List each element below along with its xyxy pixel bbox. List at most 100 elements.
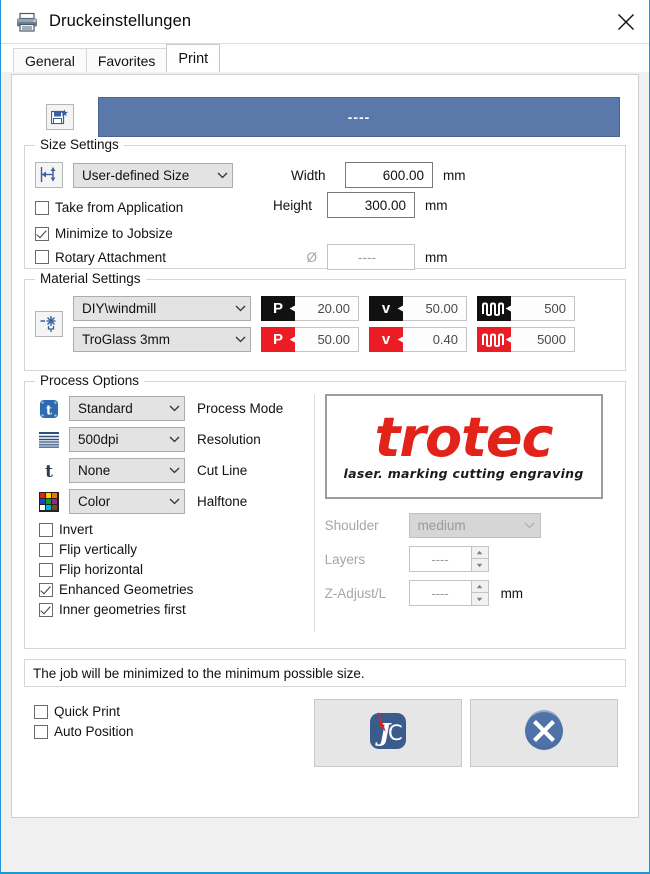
cancel-circle-x-icon bbox=[521, 708, 567, 759]
process-mode-combo[interactable]: Standard bbox=[69, 396, 185, 421]
material-settings-group: Material Settings DIY\windmill P 20.00 v… bbox=[24, 271, 626, 371]
layers-spinner: ---- bbox=[408, 546, 489, 572]
cut-line-combo[interactable]: None bbox=[69, 458, 185, 483]
jobcontrol-jc-icon: J C bbox=[365, 708, 411, 759]
save-preset-icon[interactable] bbox=[46, 104, 74, 130]
width-unit: mm bbox=[443, 167, 466, 183]
z-adjust-spinner: ---- bbox=[408, 580, 489, 606]
window-title: Druckeinstellungen bbox=[49, 12, 192, 30]
checkbox-auto-position[interactable]: Auto Position bbox=[34, 724, 314, 739]
panel-divider bbox=[313, 394, 315, 632]
checkbox-inner-geometries-first[interactable]: Inner geometries first bbox=[39, 602, 314, 617]
process-options-group: Process Options t Standard Process Mode … bbox=[24, 373, 626, 649]
halftone-value: Color bbox=[78, 494, 111, 509]
layers-value: ---- bbox=[408, 546, 471, 572]
rotary-attachment-label: Rotary Attachment bbox=[55, 249, 167, 265]
material-combo-1[interactable]: DIY\windmill bbox=[73, 296, 251, 321]
shoulder-combo: medium bbox=[408, 513, 541, 538]
checkbox-quick-print[interactable]: Quick Print bbox=[34, 704, 314, 719]
frequency-value-2[interactable]: 5000 bbox=[511, 327, 575, 352]
z-adjust-value: ---- bbox=[408, 580, 471, 606]
close-icon[interactable] bbox=[603, 0, 649, 44]
auto-position-box bbox=[34, 724, 48, 739]
checkbox-take-from-application[interactable]: Take from Application bbox=[35, 200, 273, 215]
z-adjust-spinner-up-icon bbox=[470, 580, 489, 593]
flip-vertically-box bbox=[39, 542, 53, 557]
chevron-down-icon bbox=[230, 297, 250, 320]
svg-text:t: t bbox=[45, 462, 53, 481]
width-value: 600.00 bbox=[382, 167, 424, 183]
flip-horizontal-label: Flip horizontal bbox=[59, 562, 144, 577]
chevron-down-icon bbox=[212, 164, 232, 187]
preset-name-value: ---- bbox=[347, 109, 371, 125]
tab-favorites[interactable]: Favorites bbox=[85, 48, 168, 72]
velocity-value-2[interactable]: 0.40 bbox=[403, 327, 467, 352]
jobcontrol-button[interactable]: J C bbox=[314, 699, 462, 767]
z-adjust-spinner-down-icon bbox=[470, 593, 489, 606]
checkbox-flip-horizontal[interactable]: Flip horizontal bbox=[39, 562, 314, 577]
material-combo-2[interactable]: TroGlass 3mm bbox=[73, 327, 251, 352]
power-badge-2: P bbox=[261, 327, 295, 352]
resolution-lines-icon bbox=[35, 431, 63, 449]
print-settings-window: Druckeinstellungen General Favorites Pri… bbox=[0, 0, 650, 874]
power-badge-1: P bbox=[261, 296, 295, 321]
size-mode-combo[interactable]: User-defined Size bbox=[73, 162, 233, 188]
layers-spinner-up-icon bbox=[470, 546, 489, 559]
velocity-value-1[interactable]: 50.00 bbox=[403, 296, 467, 321]
preset-name-bar[interactable]: ---- bbox=[98, 97, 620, 137]
resolution-combo[interactable]: 500dpi bbox=[69, 427, 185, 452]
width-input[interactable]: 600.00 bbox=[345, 162, 433, 188]
trotec-logo: trotec laser. marking cutting engraving bbox=[324, 394, 603, 499]
chevron-down-icon bbox=[230, 328, 250, 351]
rotary-attachment-box bbox=[35, 250, 49, 264]
shoulder-value: medium bbox=[417, 518, 466, 533]
power-value-1[interactable]: 20.00 bbox=[295, 296, 359, 321]
process-options-legend: Process Options bbox=[35, 373, 145, 388]
cancel-button[interactable] bbox=[470, 699, 618, 767]
material-row: DIY\windmill P 20.00 v 50.00 500 bbox=[73, 296, 575, 321]
height-unit: mm bbox=[425, 197, 448, 213]
checkbox-enhanced-geometries[interactable]: Enhanced Geometries bbox=[39, 582, 314, 597]
title-bar: Druckeinstellungen bbox=[1, 0, 649, 44]
shoulder-label: Shoulder bbox=[324, 518, 379, 533]
size-settings-group: Size Settings User-defined Size Width 60… bbox=[24, 137, 626, 270]
checkbox-rotary-attachment[interactable]: Rotary Attachment bbox=[35, 250, 273, 265]
chevron-down-icon bbox=[520, 514, 540, 537]
svg-text:t: t bbox=[46, 403, 52, 418]
tab-favorites-label: Favorites bbox=[97, 52, 156, 69]
process-mode-icon: t bbox=[35, 399, 63, 419]
preset-row: ---- bbox=[46, 97, 626, 137]
checkbox-invert[interactable]: Invert bbox=[39, 522, 314, 537]
chevron-down-icon bbox=[164, 397, 184, 420]
process-mode-label: Process Mode bbox=[197, 401, 284, 416]
inner-geometries-first-label: Inner geometries first bbox=[59, 602, 186, 617]
size-mode-value: User-defined Size bbox=[82, 167, 190, 183]
material-settings-legend: Material Settings bbox=[35, 271, 146, 286]
velocity-badge-1: v bbox=[369, 296, 403, 321]
tab-bar: General Favorites Print bbox=[1, 44, 649, 72]
cut-line-value: None bbox=[78, 463, 111, 478]
enhanced-geometries-box bbox=[39, 582, 53, 597]
height-input[interactable]: 300.00 bbox=[327, 192, 415, 218]
checkbox-flip-vertically[interactable]: Flip vertically bbox=[39, 542, 314, 557]
checkbox-minimize-to-jobsize[interactable]: Minimize to Jobsize bbox=[35, 226, 273, 241]
quick-print-label: Quick Print bbox=[54, 704, 121, 719]
flip-vertically-label: Flip vertically bbox=[59, 542, 138, 557]
quick-print-box bbox=[34, 704, 48, 719]
process-mode-value: Standard bbox=[78, 401, 133, 416]
resize-icon[interactable] bbox=[35, 162, 63, 188]
frequency-badge-2 bbox=[477, 327, 511, 352]
material-icon[interactable] bbox=[35, 311, 63, 337]
height-value: 300.00 bbox=[364, 197, 406, 213]
halftone-combo[interactable]: Color bbox=[69, 489, 185, 514]
frequency-value-1[interactable]: 500 bbox=[511, 296, 575, 321]
power-value-2[interactable]: 50.00 bbox=[295, 327, 359, 352]
tab-print[interactable]: Print bbox=[166, 44, 221, 72]
chevron-down-icon bbox=[164, 490, 184, 513]
take-from-application-label: Take from Application bbox=[55, 200, 184, 215]
tab-general[interactable]: General bbox=[13, 48, 87, 72]
chevron-down-icon bbox=[164, 459, 184, 482]
layers-spinner-down-icon bbox=[470, 559, 489, 572]
layers-label: Layers bbox=[324, 551, 366, 567]
size-settings-legend: Size Settings bbox=[35, 137, 124, 152]
